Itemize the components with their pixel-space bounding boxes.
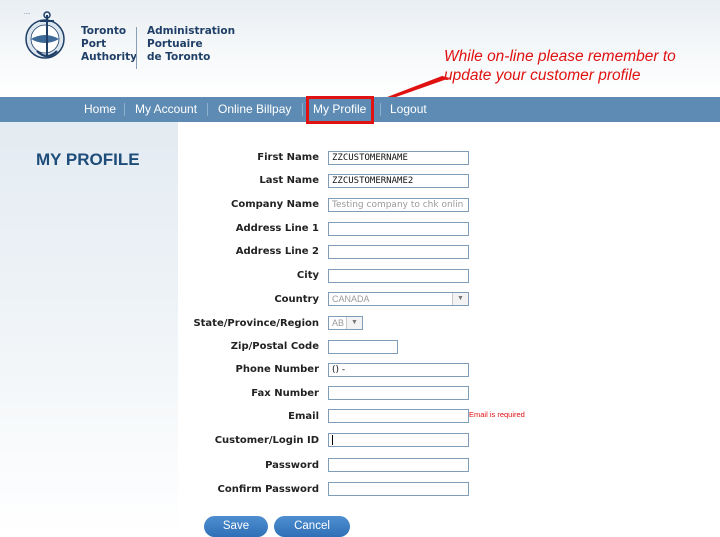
nav-separator	[124, 103, 125, 116]
nav-separator	[207, 103, 208, 116]
email-label: Email	[288, 411, 319, 422]
state-select-value: AB	[332, 318, 345, 328]
address-line-2-label: Address Line 2	[235, 246, 319, 257]
nav-my-account[interactable]: My Account	[135, 97, 197, 122]
first-name-field[interactable]: ZZCUSTOMERNAME	[328, 151, 469, 165]
nav-logout[interactable]: Logout	[390, 97, 427, 122]
customer-login-id-field[interactable]	[328, 433, 469, 447]
confirm-password-field[interactable]	[328, 482, 469, 496]
company-name-field[interactable]: Testing company to chk onlin	[328, 198, 469, 212]
confirm-password-label: Confirm Password	[217, 484, 319, 495]
email-error-message: Email is required	[469, 410, 525, 419]
password-label: Password	[265, 460, 319, 471]
email-field[interactable]	[328, 409, 469, 423]
state-province-region-label: State/Province/Region	[193, 318, 319, 329]
svg-text:····: ····	[24, 11, 31, 17]
org-name-english: Toronto Port Authority	[81, 25, 137, 63]
password-field[interactable]	[328, 458, 469, 472]
city-field[interactable]	[328, 269, 469, 283]
page-title: MY PROFILE	[36, 150, 140, 169]
customer-login-id-label: Customer/Login ID	[214, 435, 319, 446]
my-profile-highlight-box	[306, 96, 374, 124]
org-name-french: Administration Portuaire de Toronto	[147, 25, 236, 63]
nav-home[interactable]: Home	[84, 97, 116, 122]
address-line-2-field[interactable]	[328, 245, 469, 259]
chevron-down-icon: ▼	[452, 293, 468, 305]
fax-number-field[interactable]	[328, 386, 469, 400]
nav-online-billpay[interactable]: Online Billpay	[218, 97, 291, 122]
last-name-field[interactable]: ZZCUSTOMERNAME2	[328, 174, 469, 188]
save-button[interactable]: Save	[204, 516, 268, 537]
address-line-1-label: Address Line 1	[235, 223, 319, 234]
cancel-button[interactable]: Cancel	[274, 516, 350, 537]
address-line-1-field[interactable]	[328, 222, 469, 236]
fax-number-label: Fax Number	[251, 388, 319, 399]
zip-postal-code-field[interactable]	[328, 340, 398, 354]
first-name-label: First Name	[257, 152, 319, 163]
country-select[interactable]: CANADA ▼	[328, 292, 469, 306]
phone-number-field[interactable]: () -	[328, 363, 469, 377]
phone-number-label: Phone Number	[235, 364, 319, 375]
last-name-label: Last Name	[259, 175, 319, 186]
company-name-label: Company Name	[231, 199, 319, 210]
port-authority-logo-icon: ····	[24, 11, 65, 59]
country-select-value: CANADA	[332, 294, 370, 304]
state-select[interactable]: AB ▼	[328, 316, 363, 330]
nav-separator	[302, 103, 303, 116]
country-label: Country	[274, 294, 319, 305]
nav-separator	[380, 103, 381, 116]
zip-postal-code-label: Zip/Postal Code	[230, 341, 319, 352]
profile-reminder-annotation: While on-line please remember to update …	[444, 48, 676, 84]
org-divider	[136, 27, 137, 69]
left-sidebar	[0, 122, 178, 537]
chevron-down-icon: ▼	[346, 317, 362, 329]
city-label: City	[296, 270, 319, 281]
